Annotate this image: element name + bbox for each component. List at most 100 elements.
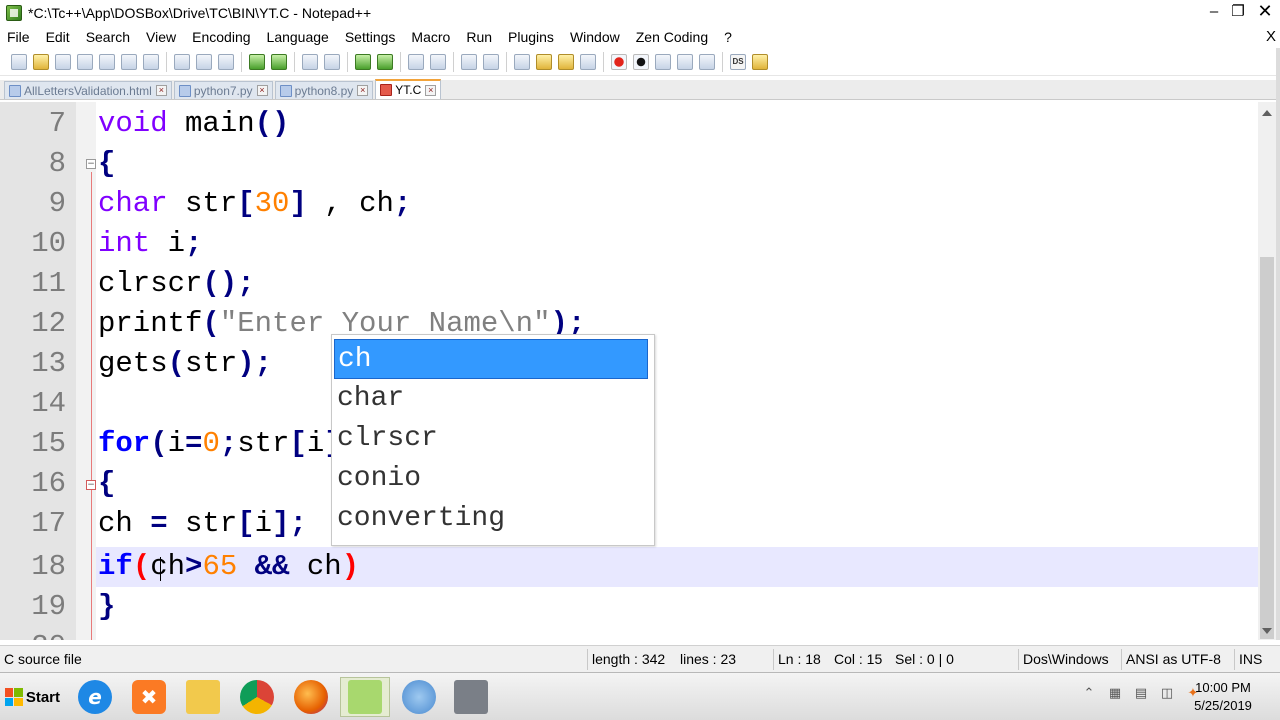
scrollbar-thumb[interactable] bbox=[1260, 257, 1274, 639]
taskbar-xampp[interactable]: ✖ bbox=[124, 677, 174, 717]
cut-icon[interactable] bbox=[174, 53, 190, 70]
window-edge bbox=[1276, 48, 1280, 640]
sync-horizontal-icon[interactable] bbox=[430, 53, 446, 70]
save-icon[interactable] bbox=[55, 53, 71, 70]
run-macro-multiple-icon[interactable] bbox=[677, 53, 693, 70]
tab-label: YT.C bbox=[395, 83, 422, 97]
code-text: gets(str); bbox=[98, 347, 273, 380]
status-encoding: ANSI as UTF-8 bbox=[1126, 651, 1221, 667]
menu-language[interactable]: Language bbox=[259, 29, 337, 45]
status-selection: Sel : 0 | 0 bbox=[895, 651, 954, 667]
menu-edit[interactable]: Edit bbox=[38, 29, 78, 45]
plugin-icon[interactable] bbox=[752, 53, 768, 70]
line-number: 11 bbox=[31, 267, 66, 300]
code-line-current: 18 if(ch>65 && ch) bbox=[0, 547, 1258, 587]
indent-guide-icon[interactable] bbox=[514, 53, 530, 70]
sync-vertical-icon[interactable] bbox=[408, 53, 424, 70]
taskbar-camtasia[interactable] bbox=[446, 677, 496, 717]
menu-run[interactable]: Run bbox=[458, 29, 500, 45]
autocomplete-item[interactable]: ch bbox=[334, 339, 648, 379]
menu-encoding[interactable]: Encoding bbox=[184, 29, 258, 45]
close-button[interactable]: ✕ bbox=[1250, 0, 1280, 22]
replace-icon[interactable] bbox=[324, 53, 340, 70]
close-all-icon[interactable] bbox=[121, 53, 137, 70]
tab-yt-c[interactable]: YT.C × bbox=[375, 79, 442, 99]
autocomplete-item[interactable]: conio bbox=[334, 459, 648, 499]
start-label: Start bbox=[25, 688, 60, 706]
tab-close-icon[interactable]: × bbox=[155, 85, 167, 96]
save-all-icon[interactable] bbox=[77, 53, 93, 70]
redo-icon[interactable] bbox=[271, 53, 287, 70]
word-wrap-icon[interactable] bbox=[461, 53, 477, 70]
line-number: 7 bbox=[48, 107, 66, 140]
stop-macro-icon[interactable] bbox=[633, 53, 649, 70]
taskbar-notepad-plus-plus[interactable] bbox=[340, 677, 390, 717]
taskbar-firefox[interactable] bbox=[286, 677, 336, 717]
spell-check-icon[interactable]: DS bbox=[730, 53, 746, 70]
show-hidden-icons-icon[interactable]: ⌃ bbox=[1081, 685, 1097, 701]
new-file-icon[interactable] bbox=[11, 53, 27, 70]
undo-icon[interactable] bbox=[249, 53, 265, 70]
show-all-characters-icon[interactable] bbox=[483, 53, 499, 70]
minimize-button[interactable]: – bbox=[1202, 0, 1226, 22]
save-macro-icon[interactable] bbox=[699, 53, 715, 70]
taskbar-internet-explorer[interactable]: e bbox=[70, 677, 120, 717]
restore-button[interactable]: ❐ bbox=[1226, 0, 1250, 22]
document-close-button[interactable]: X bbox=[1266, 28, 1276, 45]
tab-allletters-validation[interactable]: AllLettersValidation.html × bbox=[4, 81, 172, 99]
menu-window[interactable]: Window bbox=[562, 29, 628, 45]
fold-collapse-icon[interactable]: − bbox=[86, 159, 96, 169]
menu-file[interactable]: File bbox=[0, 29, 38, 45]
scroll-up-icon[interactable] bbox=[1262, 110, 1272, 116]
tab-close-icon[interactable]: × bbox=[357, 85, 369, 96]
function-list-icon[interactable] bbox=[580, 53, 596, 70]
line-number: 12 bbox=[31, 307, 66, 340]
copy-icon[interactable] bbox=[196, 53, 212, 70]
tab-python8[interactable]: python8.py × bbox=[274, 81, 374, 99]
status-divider bbox=[587, 649, 588, 670]
folder-as-workspace-icon[interactable] bbox=[536, 53, 552, 70]
status-bar: C source file length : 342 lines : 23 Ln… bbox=[0, 645, 1280, 672]
tab-close-icon[interactable]: × bbox=[425, 84, 437, 96]
autocomplete-item[interactable]: clrscr bbox=[334, 419, 648, 459]
taskbar-chrome[interactable] bbox=[232, 677, 282, 717]
autocomplete-item[interactable]: converting bbox=[334, 499, 648, 539]
line-number: 14 bbox=[31, 387, 66, 420]
close-file-icon[interactable] bbox=[99, 53, 115, 70]
open-file-icon[interactable] bbox=[33, 53, 49, 70]
menu-plugins[interactable]: Plugins bbox=[500, 29, 562, 45]
menu-help[interactable]: ? bbox=[716, 29, 740, 45]
tab-python7[interactable]: python7.py × bbox=[173, 81, 273, 99]
print-icon[interactable] bbox=[143, 53, 159, 70]
play-macro-icon[interactable] bbox=[655, 53, 671, 70]
menu-zen-coding[interactable]: Zen Coding bbox=[628, 29, 716, 45]
zoom-in-icon[interactable] bbox=[355, 53, 371, 70]
code-editor[interactable]: 7 void main() 8 { − 9 char str[30] , ch;… bbox=[0, 102, 1264, 640]
network-icon[interactable]: ▦ bbox=[1107, 685, 1123, 701]
vertical-scrollbar[interactable] bbox=[1258, 102, 1276, 640]
menu-settings[interactable]: Settings bbox=[337, 29, 404, 45]
clock[interactable]: 10:00 PM 5/25/2019 bbox=[1178, 679, 1268, 715]
menu-search[interactable]: Search bbox=[78, 29, 138, 45]
find-icon[interactable] bbox=[302, 53, 318, 70]
camtasia-icon bbox=[454, 680, 488, 714]
record-macro-icon[interactable] bbox=[611, 53, 627, 70]
file-icon bbox=[178, 84, 191, 97]
zoom-out-icon[interactable] bbox=[377, 53, 393, 70]
taskbar-paint[interactable] bbox=[394, 677, 444, 717]
tab-close-icon[interactable]: × bbox=[256, 85, 268, 96]
status-divider bbox=[1018, 649, 1019, 670]
fold-collapse-icon[interactable]: − bbox=[86, 480, 96, 490]
paste-icon[interactable] bbox=[218, 53, 234, 70]
volume-icon[interactable]: ◫ bbox=[1159, 685, 1175, 701]
action-center-icon[interactable]: ▤ bbox=[1133, 685, 1149, 701]
taskbar-file-explorer[interactable] bbox=[178, 677, 228, 717]
autocomplete-item[interactable]: char bbox=[334, 379, 648, 419]
clock-date: 5/25/2019 bbox=[1194, 698, 1252, 713]
title-bar: *C:\Tc++\App\DOSBox\Drive\TC\BIN\YT.C - … bbox=[0, 0, 1280, 26]
menu-view[interactable]: View bbox=[138, 29, 184, 45]
start-button[interactable]: Start bbox=[2, 677, 60, 717]
scroll-down-icon[interactable] bbox=[1262, 628, 1272, 634]
menu-macro[interactable]: Macro bbox=[403, 29, 458, 45]
document-map-icon[interactable] bbox=[558, 53, 574, 70]
